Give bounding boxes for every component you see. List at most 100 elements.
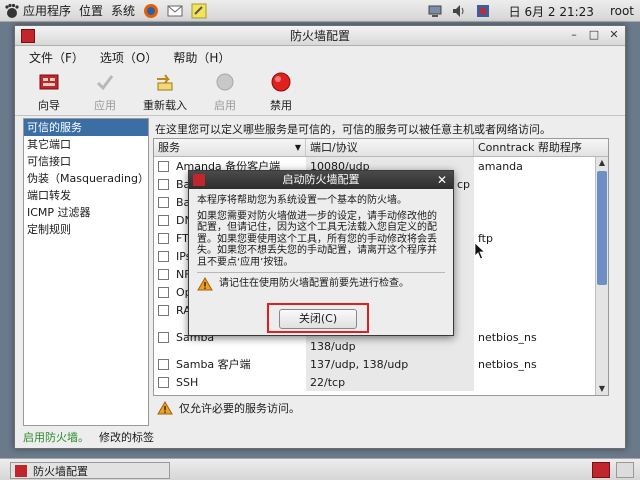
network-tray[interactable] — [423, 0, 447, 22]
warning-icon — [197, 277, 213, 291]
service-checkbox[interactable] — [158, 376, 169, 388]
firefox-launcher[interactable] — [139, 0, 163, 22]
menubar: 文件（F） 选项（O） 帮助（H） — [15, 46, 625, 68]
bottom-panel: 防火墙配置 — [0, 458, 640, 480]
dialog-close-button[interactable]: 关闭(C) — [279, 309, 357, 329]
service-checkbox[interactable] — [158, 196, 169, 208]
taskbar-item-firewall[interactable]: 防火墙配置 — [10, 462, 170, 479]
scroll-up-icon[interactable]: ▲ — [596, 157, 608, 169]
sidebar-item-icmp-filter[interactable]: ICMP 过滤器 — [24, 204, 148, 221]
services-hint: 仅允许必要的服务访问。 — [157, 400, 300, 416]
apply-button[interactable]: 应用 — [77, 68, 133, 114]
dialog-body: 本程序将帮助您为系统设置一个基本的防火墙。 如果您需要对防火墙做进一步的设定，请… — [189, 189, 453, 291]
workspace-1[interactable] — [592, 462, 610, 478]
table-row[interactable]: SSH 22/tcp — [154, 373, 608, 391]
network-icon — [428, 5, 442, 17]
service-helper: amanda — [478, 159, 523, 173]
clock[interactable]: 日 6月 2 21:23 — [495, 0, 598, 22]
service-checkbox[interactable] — [158, 304, 169, 316]
service-checkbox[interactable] — [158, 160, 169, 172]
update-tray[interactable] — [471, 0, 495, 22]
firewall-app-icon — [21, 29, 35, 43]
dialog-explanation: 如果您需要对防火墙做进一步的设定，请手动修改他的配置，但请记住，因为这个工具无法… — [197, 210, 437, 268]
service-checkbox[interactable] — [158, 250, 169, 262]
user-label: root — [609, 4, 634, 18]
wizard-icon — [37, 70, 61, 94]
service-checkbox[interactable] — [158, 232, 169, 244]
table-row[interactable]: Samba 客户端 137/udp, 138/udp netbios_ns — [154, 355, 608, 373]
system-menu[interactable]: 系统 — [107, 0, 139, 22]
service-checkbox[interactable] — [158, 331, 169, 343]
notes-launcher[interactable] — [187, 0, 211, 22]
firewall-app-icon — [15, 464, 27, 477]
sidebar-item-other-ports[interactable]: 其它端口 — [24, 136, 148, 153]
mouse-pointer-icon — [474, 242, 486, 260]
reload-label: 重新载入 — [143, 99, 187, 112]
menu-help[interactable]: 帮助（H） — [165, 49, 238, 66]
enable-label: 启用 — [214, 99, 236, 112]
email-icon — [167, 5, 183, 16]
service-helper: netbios_ns — [478, 330, 537, 344]
dialog-titlebar[interactable]: 启动防火墙配置 ✕ — [189, 171, 453, 189]
service-checkbox[interactable] — [158, 358, 169, 370]
top-panel: 应用程序 位置 系统 日 6月 2 21:23 root — [0, 0, 640, 22]
notes-icon — [191, 3, 207, 18]
gnome-foot-icon — [5, 3, 19, 18]
menu-options[interactable]: 选项（O） — [92, 49, 165, 66]
table-scrollbar[interactable]: ▲ ▼ — [595, 157, 608, 395]
service-helper: ftp — [478, 231, 493, 245]
disable-button[interactable]: 禁用 — [253, 68, 309, 114]
scrollbar-thumb[interactable] — [597, 171, 607, 285]
close-window-button[interactable]: ✕ — [607, 28, 621, 42]
check-icon — [93, 70, 117, 94]
dialog-separator — [197, 272, 445, 273]
category-sidebar: 可信的服务 其它端口 可信接口 伪装（Masquerading） 端口转发 IC… — [23, 118, 149, 426]
sort-arrow-icon: ▼ — [294, 143, 301, 152]
service-checkbox[interactable] — [158, 268, 169, 280]
startup-dialog: 启动防火墙配置 ✕ 本程序将帮助您为系统设置一个基本的防火墙。 如果您需要对防火… — [188, 170, 454, 336]
hint-text: 仅允许必要的服务访问。 — [179, 402, 300, 415]
applications-menu[interactable]: 应用程序 — [0, 0, 75, 22]
sidebar-item-trusted-services[interactable]: 可信的服务 — [24, 119, 148, 136]
places-menu[interactable]: 位置 — [75, 0, 107, 22]
sidebar-item-masquerading[interactable]: 伪装（Masquerading） — [24, 170, 149, 187]
warning-icon — [157, 401, 173, 415]
mail-launcher[interactable] — [163, 0, 187, 22]
service-checkbox[interactable] — [158, 178, 169, 190]
reload-button[interactable]: 重新载入 — [133, 68, 197, 114]
apply-label: 应用 — [94, 99, 116, 112]
service-checkbox[interactable] — [158, 214, 169, 226]
maximize-button[interactable]: □ — [587, 28, 601, 42]
stop-red-circle-icon — [269, 70, 293, 94]
service-name: SSH — [176, 375, 199, 389]
service-name: Samba 客户端 — [176, 358, 251, 371]
wizard-label: 向导 — [38, 99, 60, 112]
dialog-intro: 本程序将帮助您为系统设置一个基本的防火墙。 — [197, 195, 407, 206]
column-header-port[interactable]: 端口/协议 — [306, 139, 474, 156]
column-header-conntrack[interactable]: Conntrack 帮助程序 — [474, 139, 596, 156]
service-checkbox[interactable] — [158, 286, 169, 298]
user-menu[interactable]: root — [598, 0, 640, 22]
sidebar-item-trusted-interfaces[interactable]: 可信接口 — [24, 153, 148, 170]
scroll-down-icon[interactable]: ▼ — [596, 383, 608, 395]
toolbar: 向导 应用 重新载入 启用 禁用 — [15, 68, 625, 116]
sidebar-item-port-forwarding[interactable]: 端口转发 — [24, 187, 148, 204]
window-titlebar[interactable]: 防火墙配置 – □ ✕ — [15, 26, 625, 46]
package-update-icon — [476, 5, 489, 17]
clock-label: 日 6月 2 21:23 — [508, 4, 594, 19]
wizard-button[interactable]: 向导 — [21, 68, 77, 114]
volume-tray[interactable] — [447, 0, 471, 22]
enable-button[interactable]: 启用 — [197, 68, 253, 114]
table-header: 服务 ▼ 端口/协议 Conntrack 帮助程序 — [154, 139, 608, 157]
menu-file[interactable]: 文件（F） — [21, 49, 92, 66]
dialog-close-icon[interactable]: ✕ — [437, 171, 447, 189]
workspace-2[interactable] — [616, 462, 634, 478]
workspace-switcher — [592, 462, 634, 478]
dialog-title: 启动防火墙配置 — [282, 173, 360, 186]
sidebar-item-custom-rules[interactable]: 定制规则 — [24, 221, 148, 238]
service-name: FT — [176, 231, 189, 245]
enable-circle-icon — [213, 70, 237, 94]
minimize-button[interactable]: – — [567, 28, 581, 42]
service-port: 137/udp, 138/udp — [306, 355, 474, 373]
column-header-service[interactable]: 服务 ▼ — [154, 139, 306, 156]
